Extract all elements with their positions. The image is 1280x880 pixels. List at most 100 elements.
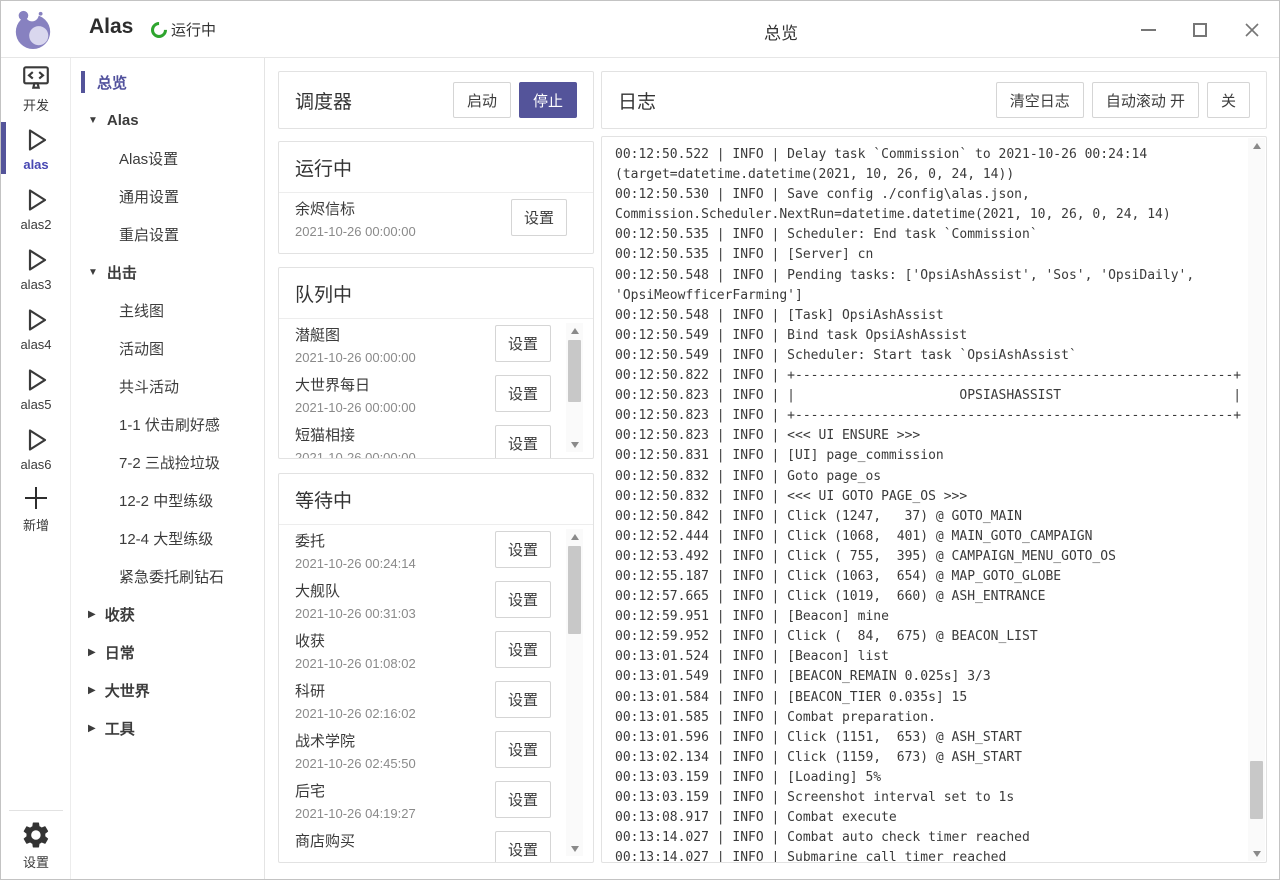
scroll-thumb[interactable] xyxy=(568,546,581,634)
minimize-icon[interactable] xyxy=(1137,19,1159,41)
nav-item[interactable]: 7-2 三战捡垃圾 xyxy=(71,443,264,481)
rail-divider xyxy=(9,810,63,811)
nav-item[interactable]: ▶ 大世界 xyxy=(71,671,264,709)
scroll-thumb[interactable] xyxy=(1250,761,1263,819)
nav-item[interactable]: 12-4 大型练级 xyxy=(71,519,264,557)
log-line: 00:12:50.842 | INFO | Click (1247, 37) @… xyxy=(615,507,1236,527)
nav-item[interactable]: 重启设置 xyxy=(71,215,264,253)
nav-arrow-icon: ▶ xyxy=(88,609,96,620)
rail-item-alas4[interactable]: alas4 xyxy=(1,298,71,358)
nav-item[interactable]: ▼ 出击 xyxy=(71,253,264,291)
log-line: 00:12:50.548 | INFO | [Task] OpsiAshAssi… xyxy=(615,306,1236,326)
scroll-down-icon[interactable] xyxy=(1248,846,1265,861)
config-nav: 总览 ▼ Alas Alas设置 通用设置 重启设置 ▼ 出击 主线图 活动图 … xyxy=(71,58,265,879)
task-settings-button[interactable]: 设置 xyxy=(495,681,551,718)
rail-item-alas6[interactable]: alas6 xyxy=(1,418,71,478)
scroll-up-icon[interactable] xyxy=(566,529,583,544)
scroll-thumb[interactable] xyxy=(568,340,581,402)
nav-item[interactable]: 活动图 xyxy=(71,329,264,367)
task-settings-button[interactable]: 设置 xyxy=(495,325,551,362)
nav-arrow-icon: ▼ xyxy=(88,267,98,278)
clear-log-button[interactable]: 清空日志 xyxy=(996,82,1084,118)
task-row: 潜艇图 2021-10-26 00:00:00 设置 xyxy=(279,319,593,369)
rail-item-label: alas4 xyxy=(20,337,51,352)
rail-item-label: alas2 xyxy=(20,217,51,232)
queued-scrollbar[interactable] xyxy=(566,323,583,452)
rail-item-dev[interactable]: 开发 xyxy=(1,58,71,118)
nav-item-label: 通用设置 xyxy=(119,186,179,207)
nav-item[interactable]: 主线图 xyxy=(71,291,264,329)
window-controls xyxy=(1137,1,1263,58)
log-line: 00:13:03.159 | INFO | [Loading] 5% xyxy=(615,768,1236,788)
nav-arrow-icon: ▼ xyxy=(88,115,98,126)
task-row: 科研 2021-10-26 02:16:02 设置 xyxy=(279,675,593,725)
nav-item[interactable]: ▶ 工具 xyxy=(71,709,264,747)
nav-item[interactable]: 通用设置 xyxy=(71,177,264,215)
log-line: 00:12:50.823 | INFO | | OPSIASHASSIST | xyxy=(615,386,1236,406)
task-row: 大舰队 2021-10-26 00:31:03 设置 xyxy=(279,575,593,625)
rail-item-alas3[interactable]: alas3 xyxy=(1,238,71,298)
log-line: 00:12:50.522 | INFO | Delay task `Commis… xyxy=(615,145,1236,165)
nav-item[interactable]: ▶ 日常 xyxy=(71,633,264,671)
waiting-title: 等待中 xyxy=(295,486,352,513)
scroll-up-icon[interactable] xyxy=(1248,138,1265,153)
log-scrollbar[interactable] xyxy=(1248,138,1265,861)
rail-item-alas2[interactable]: alas2 xyxy=(1,178,71,238)
autoscroll-toggle-button[interactable]: 自动滚动 开 xyxy=(1092,82,1199,118)
rail-item-alas5[interactable]: alas5 xyxy=(1,358,71,418)
nav-item[interactable]: 共斗活动 xyxy=(71,367,264,405)
task-settings-button[interactable]: 设置 xyxy=(495,581,551,618)
scheduler-stop-button[interactable]: 停止 xyxy=(519,82,577,118)
nav-item[interactable]: 总览 xyxy=(71,63,264,101)
scroll-down-icon[interactable] xyxy=(566,437,583,452)
task-settings-button[interactable]: 设置 xyxy=(495,831,551,862)
scroll-up-icon[interactable] xyxy=(566,323,583,338)
task-row: 后宅 2021-10-26 04:19:27 设置 xyxy=(279,775,593,825)
log-line: 00:13:14.027 | INFO | Submarine call tim… xyxy=(615,848,1236,862)
nav-item-label: 1-1 伏击刷好感 xyxy=(119,414,220,435)
scheduler-start-button[interactable]: 启动 xyxy=(453,82,511,118)
task-settings-button[interactable]: 设置 xyxy=(495,631,551,668)
log-line: 00:12:50.535 | INFO | Scheduler: End tas… xyxy=(615,225,1236,245)
app-window: Alas 运行中 总览 开发 xyxy=(0,0,1280,880)
rail-item-add[interactable]: 新增 xyxy=(1,478,71,538)
scheduler-status: 运行中 xyxy=(151,19,216,40)
maximize-icon[interactable] xyxy=(1189,19,1211,41)
task-settings-button[interactable]: 设置 xyxy=(511,199,567,236)
scroll-down-icon[interactable] xyxy=(566,841,583,856)
log-output[interactable]: 00:12:50.522 | INFO | Delay task `Commis… xyxy=(602,137,1266,862)
log-line: 00:12:50.831 | INFO | [UI] page_commissi… xyxy=(615,446,1236,466)
waiting-scrollbar[interactable] xyxy=(566,529,583,856)
nav-item[interactable]: ▼ Alas xyxy=(71,101,264,139)
task-settings-button[interactable]: 设置 xyxy=(495,531,551,568)
nav-item-label: 出击 xyxy=(107,262,137,283)
nav-item[interactable]: 1-1 伏击刷好感 xyxy=(71,405,264,443)
task-settings-button[interactable]: 设置 xyxy=(495,731,551,768)
rail-item-alas[interactable]: alas xyxy=(1,118,71,178)
rail-item-label: alas6 xyxy=(20,457,51,472)
log-off-button[interactable]: 关 xyxy=(1207,82,1250,118)
nav-item[interactable]: 12-2 中型练级 xyxy=(71,481,264,519)
log-line: Commission.Scheduler.NextRun=datetime.da… xyxy=(615,205,1236,225)
queued-section: 队列中 潜艇图 2021-10-26 00:00:00 设置 大世界每日 202… xyxy=(278,267,594,459)
queued-task-list: 潜艇图 2021-10-26 00:00:00 设置 大世界每日 2021-10… xyxy=(279,319,593,458)
task-settings-button[interactable]: 设置 xyxy=(495,425,551,458)
log-line: 00:12:50.823 | INFO | +-----------------… xyxy=(615,406,1236,426)
log-line: 00:12:59.951 | INFO | [Beacon] mine xyxy=(615,607,1236,627)
nav-item[interactable]: ▶ 收获 xyxy=(71,595,264,633)
queued-title: 队列中 xyxy=(295,280,352,307)
nav-item-label: 7-2 三战捡垃圾 xyxy=(119,452,220,473)
nav-item[interactable]: 紧急委托刷钻石 xyxy=(71,557,264,595)
task-settings-button[interactable]: 设置 xyxy=(495,375,551,412)
log-line: 00:12:50.530 | INFO | Save config ./conf… xyxy=(615,185,1236,205)
log-line: 00:12:59.952 | INFO | Click ( 84, 675) @… xyxy=(615,627,1236,647)
nav-item-label: 收获 xyxy=(105,604,135,625)
close-icon[interactable] xyxy=(1241,19,1263,41)
nav-item[interactable]: Alas设置 xyxy=(71,139,264,177)
titlebar: Alas 运行中 总览 xyxy=(1,1,1279,58)
nav-item-label: Alas设置 xyxy=(119,148,178,169)
task-settings-button[interactable]: 设置 xyxy=(495,781,551,818)
rail-item-settings[interactable]: 设置 xyxy=(1,817,71,873)
rail-item-label: alas3 xyxy=(20,277,51,292)
log-line: 00:12:50.549 | INFO | Scheduler: Start t… xyxy=(615,346,1236,366)
